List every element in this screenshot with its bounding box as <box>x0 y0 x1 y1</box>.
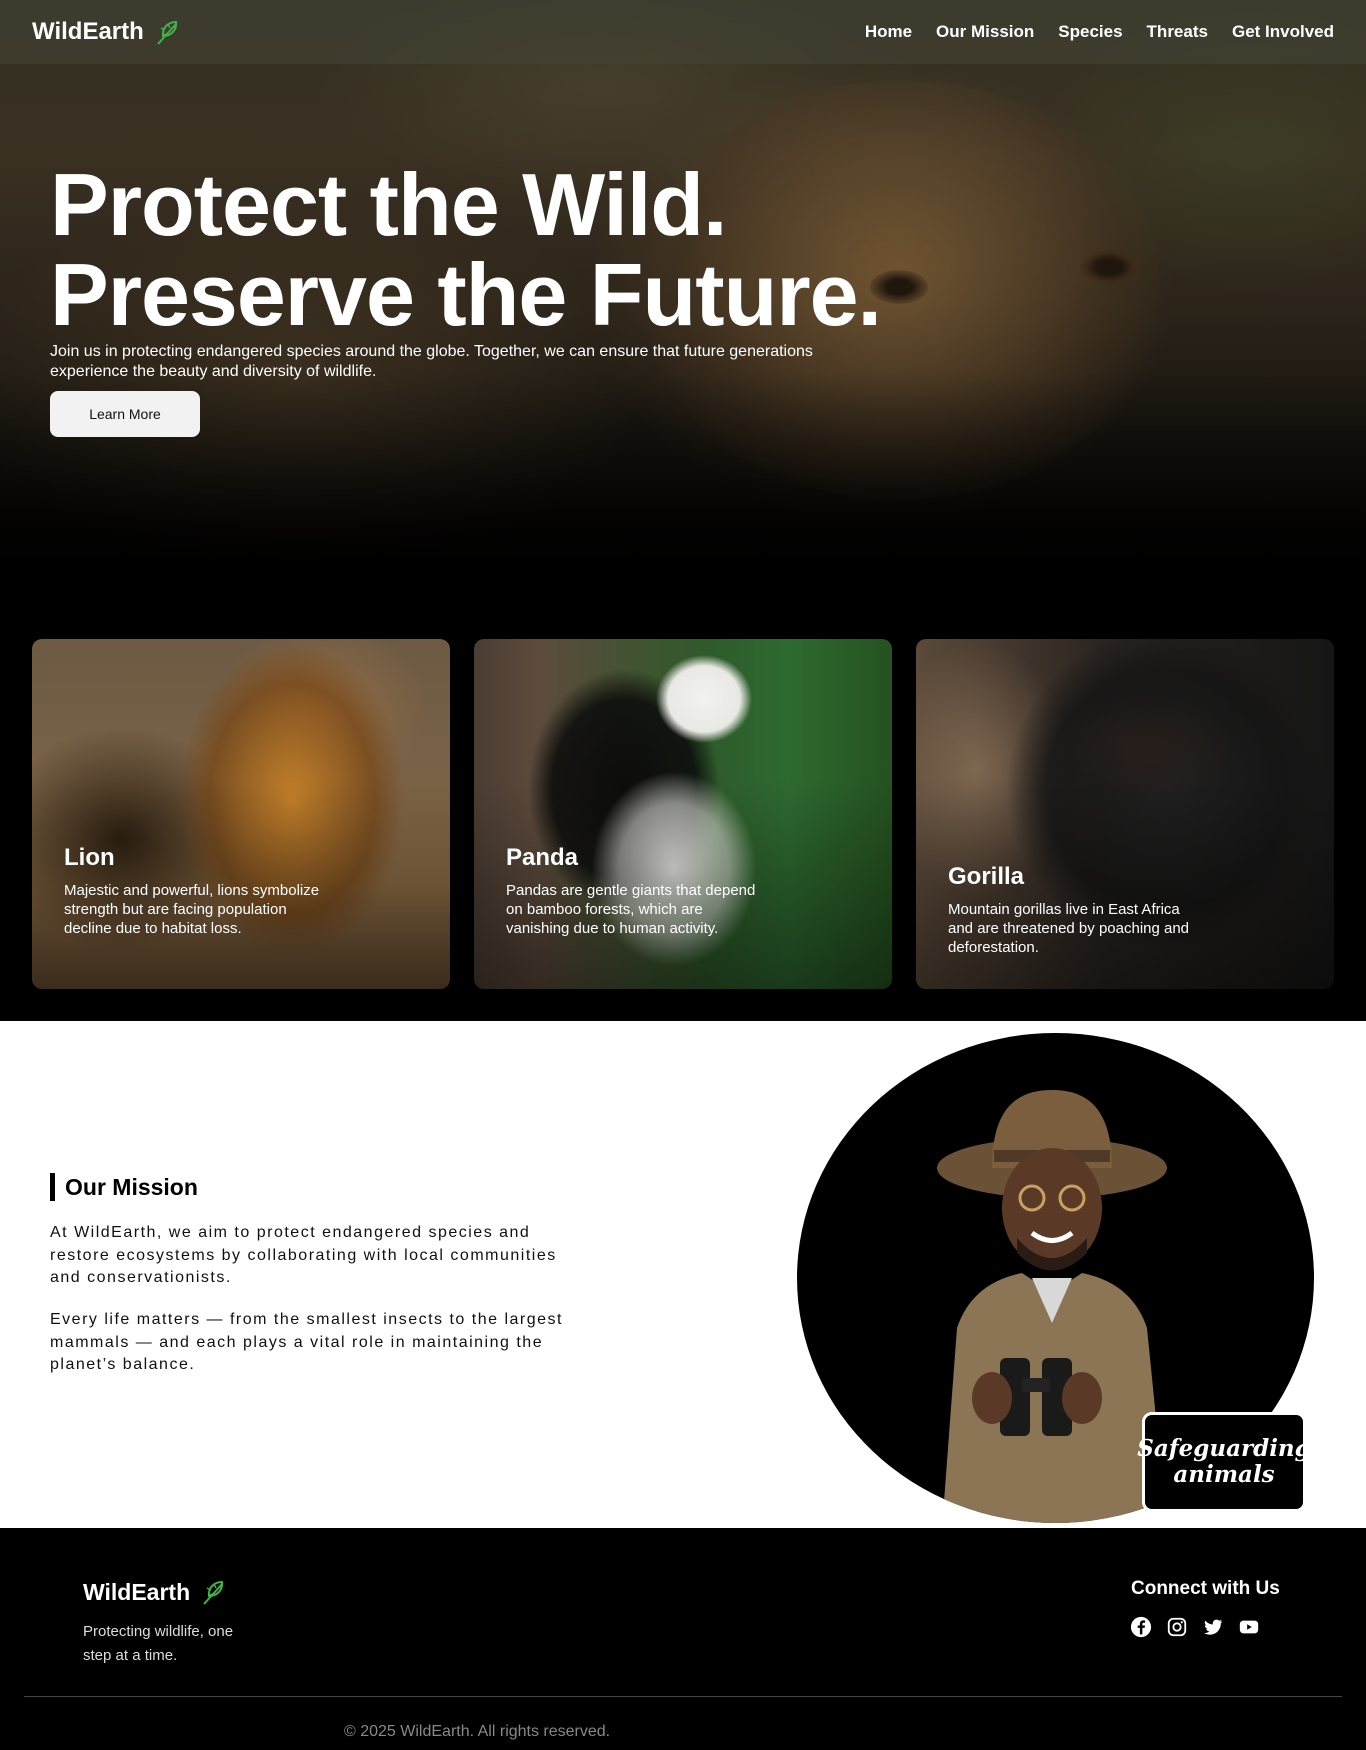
species-description: Mountain gorillas live in East Africa an… <box>948 901 1190 956</box>
hero-title-line1: Protect the Wild. <box>50 155 727 254</box>
hero-section: WildEarth Home Our Mission Species Threa… <box>0 0 1366 620</box>
species-section: Lion Majestic and powerful, lions symbol… <box>0 620 1366 1020</box>
species-card-lion[interactable]: Lion Majestic and powerful, lions symbol… <box>32 639 450 989</box>
mission-paragraph-1: At WildEarth, we aim to protect endanger… <box>50 1224 557 1286</box>
species-name: Panda <box>506 844 579 871</box>
youtube-icon[interactable] <box>1238 1616 1260 1638</box>
learn-more-button[interactable]: Learn More <box>50 391 200 437</box>
nav-home[interactable]: Home <box>865 22 912 42</box>
mission-section: Our Mission At WildEarth, we aim to prot… <box>0 1021 1366 1528</box>
connect-heading: Connect with Us <box>1131 1578 1280 1599</box>
footer-logo[interactable]: WildEarth <box>83 1578 228 1606</box>
footer-brand: WildEarth <box>83 1578 191 1605</box>
footer: WildEarth Protecting wildlife, one step … <box>0 1528 1366 1750</box>
species-card-gorilla[interactable]: Gorilla Mountain gorillas live in East A… <box>916 639 1334 989</box>
leaf-icon <box>203 1580 224 1605</box>
mission-paragraph-2: Every life matters — from the smallest i… <box>50 1311 563 1373</box>
nav-our-mission[interactable]: Our Mission <box>936 22 1034 42</box>
mission-heading: Our Mission <box>50 1173 198 1201</box>
species-description: Pandas are gentle giants that depend on … <box>506 882 756 937</box>
hero-subtitle: Join us in protecting endangered species… <box>50 343 813 380</box>
hero-title: Protect the Wild. Preserve the Future. <box>50 160 1050 340</box>
site-logo[interactable]: WildEarth <box>32 18 182 46</box>
footer-tagline: Protecting wildlife, one step at a time. <box>83 1623 234 1664</box>
nav-get-involved[interactable]: Get Involved <box>1232 22 1334 42</box>
nav-threats[interactable]: Threats <box>1147 22 1208 42</box>
species-card-panda[interactable]: Panda Pandas are gentle giants that depe… <box>474 639 892 989</box>
copyright-text: © 2025 WildEarth. All rights reserved. <box>344 1723 611 1740</box>
social-links <box>1130 1616 1260 1638</box>
safeguarding-badge: Safeguarding animals <box>1137 1412 1311 1512</box>
navbar: WildEarth Home Our Mission Species Threa… <box>0 0 1366 64</box>
twitter-icon[interactable] <box>1202 1616 1224 1638</box>
footer-divider <box>24 1696 1342 1697</box>
instagram-icon[interactable] <box>1166 1616 1188 1638</box>
species-name: Lion <box>64 844 115 871</box>
nav-species[interactable]: Species <box>1058 22 1122 42</box>
nav-links: Home Our Mission Species Threats Get Inv… <box>865 22 1334 42</box>
logo-text: WildEarth <box>32 18 144 45</box>
hero-title-line2: Preserve the Future. <box>50 245 882 344</box>
facebook-icon[interactable] <box>1130 1616 1152 1638</box>
species-name: Gorilla <box>948 863 1025 890</box>
leaf-icon <box>157 20 177 45</box>
species-description: Majestic and powerful, lions symbolize s… <box>64 882 320 937</box>
